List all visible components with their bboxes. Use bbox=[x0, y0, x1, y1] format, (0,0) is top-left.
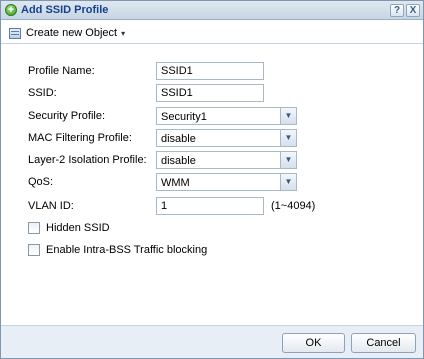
chevron-down-icon[interactable]: ▼ bbox=[280, 130, 296, 146]
object-icon bbox=[9, 27, 21, 39]
vlan-id-input[interactable]: 1 bbox=[156, 197, 264, 215]
dialog-title: Add SSID Profile bbox=[21, 4, 109, 16]
vlan-id-label: VLAN ID: bbox=[28, 200, 74, 212]
dialog-footer: OK Cancel bbox=[1, 325, 423, 358]
help-button[interactable]: ? bbox=[390, 4, 404, 17]
close-button[interactable]: X bbox=[406, 4, 420, 17]
qos-label: QoS: bbox=[28, 176, 54, 188]
create-new-object-menu[interactable]: Create new Object ▾ bbox=[9, 26, 125, 40]
vlan-id-range-hint: (1~4094) bbox=[271, 200, 316, 212]
ok-button[interactable]: OK bbox=[282, 333, 345, 353]
profile-name-input[interactable]: SSID1 bbox=[156, 62, 264, 80]
layer2-isolation-profile-value: disable bbox=[161, 155, 196, 167]
qos-value: WMM bbox=[161, 177, 190, 189]
mac-filtering-profile-select[interactable]: disable ▼ bbox=[156, 129, 297, 147]
ssid-label: SSID: bbox=[28, 87, 57, 99]
hidden-ssid-row[interactable]: Hidden SSID bbox=[28, 222, 110, 234]
hidden-ssid-checkbox[interactable] bbox=[28, 222, 40, 234]
qos-select[interactable]: WMM ▼ bbox=[156, 173, 297, 191]
add-ssid-profile-dialog: + Add SSID Profile ? X Create new Object… bbox=[0, 0, 424, 359]
chevron-down-icon[interactable]: ▼ bbox=[280, 174, 296, 190]
title-bar[interactable]: + Add SSID Profile ? X bbox=[1, 1, 423, 20]
profile-name-label: Profile Name: bbox=[28, 65, 95, 77]
toolbar: Create new Object ▾ bbox=[1, 21, 423, 44]
mac-filtering-profile-label: MAC Filtering Profile: bbox=[28, 132, 132, 144]
security-profile-label: Security Profile: bbox=[28, 110, 106, 122]
chevron-down-icon[interactable]: ▼ bbox=[280, 152, 296, 168]
cancel-button[interactable]: Cancel bbox=[351, 333, 416, 353]
intra-bss-blocking-label: Enable Intra-BSS Traffic blocking bbox=[46, 244, 208, 256]
security-profile-select[interactable]: Security1 ▼ bbox=[156, 107, 297, 125]
add-circle-icon: + bbox=[5, 4, 17, 16]
intra-bss-blocking-checkbox[interactable] bbox=[28, 244, 40, 256]
layer2-isolation-profile-select[interactable]: disable ▼ bbox=[156, 151, 297, 169]
security-profile-value: Security1 bbox=[161, 111, 207, 123]
ssid-input[interactable]: SSID1 bbox=[156, 84, 264, 102]
layer2-isolation-profile-label: Layer-2 Isolation Profile: bbox=[28, 154, 147, 166]
chevron-down-icon[interactable]: ▼ bbox=[280, 108, 296, 124]
create-new-object-label: Create new Object bbox=[26, 27, 118, 39]
intra-bss-blocking-row[interactable]: Enable Intra-BSS Traffic blocking bbox=[28, 244, 207, 256]
chevron-down-icon: ▾ bbox=[121, 28, 126, 38]
mac-filtering-profile-value: disable bbox=[161, 133, 196, 145]
hidden-ssid-label: Hidden SSID bbox=[46, 222, 110, 234]
